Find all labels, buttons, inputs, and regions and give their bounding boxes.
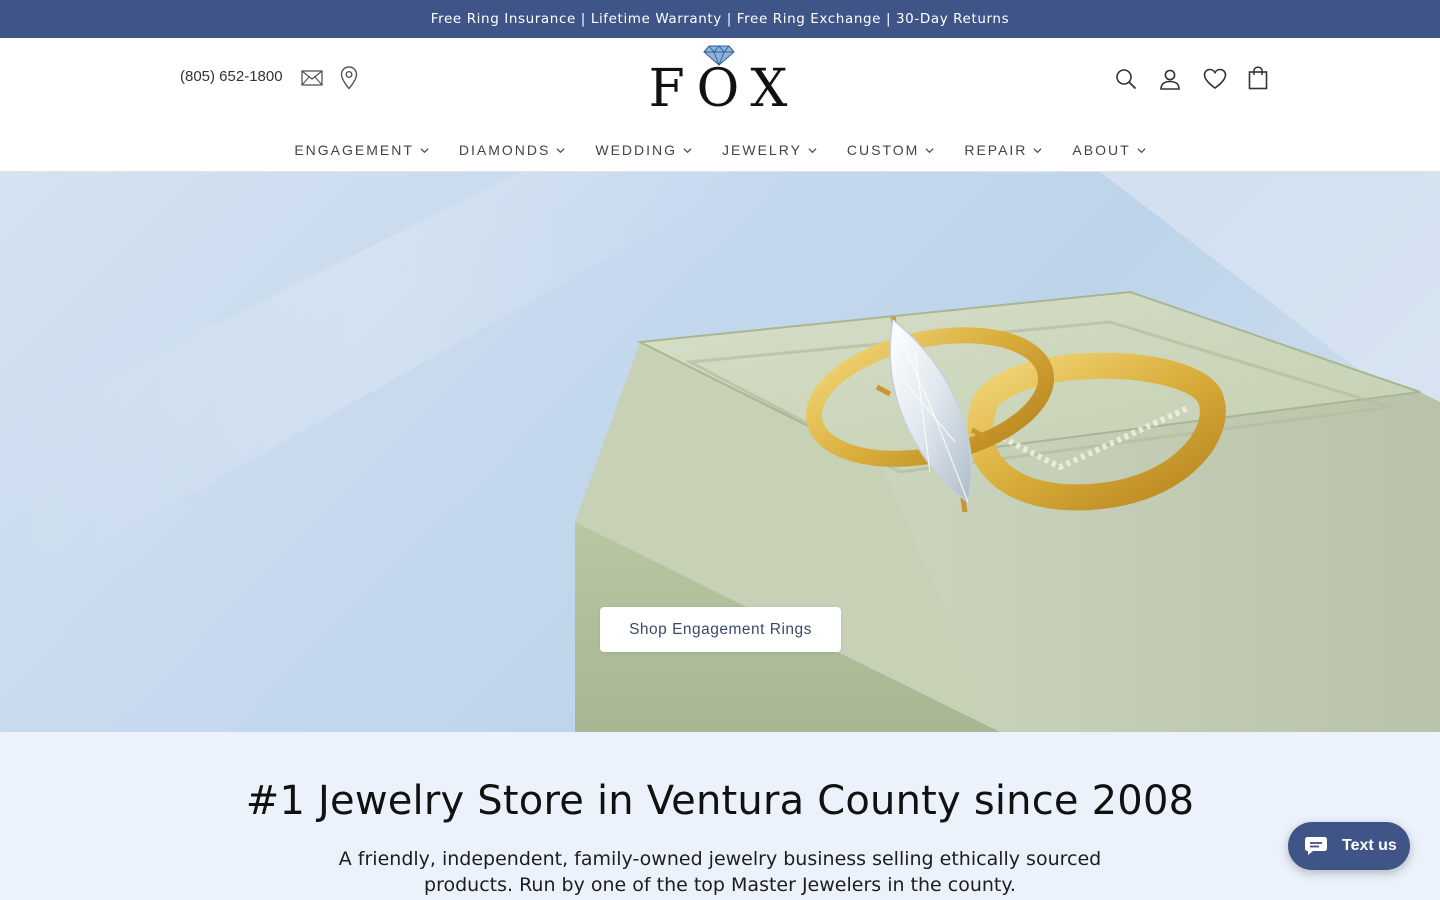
wishlist-heart-icon[interactable]	[1201, 66, 1229, 92]
nav-label: REPAIR	[964, 142, 1028, 158]
nav-label: ABOUT	[1072, 142, 1131, 158]
phone-link[interactable]: (805) 652-1800	[180, 68, 283, 85]
chevron-down-icon	[1137, 147, 1146, 153]
nav-jewelry[interactable]: JEWELRY	[722, 138, 817, 162]
account-icon[interactable]	[1157, 66, 1183, 92]
nav-repair[interactable]: REPAIR	[964, 138, 1042, 162]
chevron-down-icon	[925, 147, 934, 153]
nav-custom[interactable]: CUSTOM	[847, 138, 934, 162]
nav-diamonds[interactable]: DIAMONDS	[459, 138, 565, 162]
intro-body: A friendly, independent, family-owned je…	[338, 848, 1102, 896]
logo-text: FOX	[648, 59, 800, 119]
chevron-down-icon	[556, 147, 565, 153]
nav-wedding[interactable]: WEDDING	[595, 138, 692, 162]
main-nav: ENGAGEMENT DIAMONDS WEDDING JEWELRY CUST…	[0, 138, 1440, 162]
search-icon[interactable]	[1113, 66, 1139, 92]
chat-label: Text us	[1342, 837, 1397, 854]
nav-label: CUSTOM	[846, 142, 920, 158]
chevron-down-icon	[420, 147, 429, 153]
intro-heading: #1 Jewelry Store in Ventura County since…	[245, 778, 1195, 824]
intro-section: #1 Jewelry Store in Ventura County since…	[0, 732, 1440, 900]
chevron-down-icon	[1033, 147, 1042, 153]
site-header: (805) 652-1800 FOX ENGAGEMENT DIAMONDS W…	[0, 38, 1440, 172]
chevron-down-icon	[683, 147, 692, 153]
chevron-down-icon	[808, 147, 817, 153]
announcement-text: Free Ring Insurance | Lifetime Warranty …	[430, 11, 1010, 27]
nav-label: ENGAGEMENT	[294, 142, 414, 158]
nav-label: JEWELRY	[722, 142, 802, 158]
shop-engagement-rings-button[interactable]: Shop Engagement Rings	[600, 607, 841, 652]
text-us-chat-button[interactable]: Text us	[1288, 822, 1410, 870]
fox-logo[interactable]: FOX	[640, 44, 800, 116]
chat-bubble-icon	[1305, 837, 1327, 855]
hero-banner[interactable]: Shop Engagement Rings	[0, 172, 1440, 732]
nav-label: WEDDING	[595, 142, 678, 158]
nav-about[interactable]: ABOUT	[1072, 138, 1146, 162]
cart-bag-icon[interactable]	[1246, 65, 1270, 91]
mail-icon[interactable]	[300, 68, 324, 88]
announcement-bar: Free Ring Insurance | Lifetime Warranty …	[0, 0, 1440, 38]
nav-label: DIAMONDS	[458, 142, 551, 158]
nav-engagement[interactable]: ENGAGEMENT	[294, 138, 429, 162]
location-pin-icon[interactable]	[339, 65, 359, 91]
